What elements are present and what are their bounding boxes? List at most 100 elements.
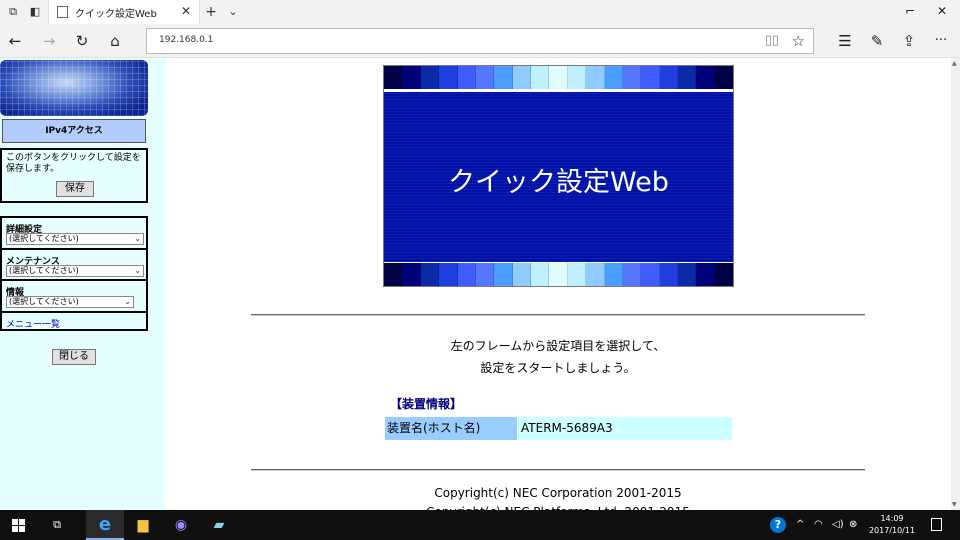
ipv4-access-button[interactable]: IPv4アクセス bbox=[2, 119, 146, 143]
app-globe-icon[interactable]: ◉ bbox=[162, 510, 200, 540]
reading-view-icon[interactable]: ▯▯ bbox=[765, 33, 779, 48]
banner-stripe-cell bbox=[475, 66, 495, 89]
scroll-up-icon[interactable]: ▲ bbox=[952, 60, 957, 67]
edge-browser-icon[interactable]: e bbox=[86, 510, 124, 540]
advanced-settings-select[interactable]: (選択してください) ⌄ bbox=[6, 233, 144, 245]
file-explorer-icon[interactable]: ▆ bbox=[124, 510, 162, 540]
banner-stripe-cell bbox=[567, 66, 587, 89]
close-window-icon[interactable]: ✕ bbox=[937, 4, 947, 18]
browser-titlebar: ⧉ ◧ クイック設定Web ✕ + ⌄ ⌐ ✕ bbox=[0, 0, 960, 24]
menu-panel: 詳細設定 (選択してください) ⌄ メンテナンス (選択してください) ⌄ 情報… bbox=[0, 216, 148, 331]
address-bar[interactable]: 192.168.0.1 ▯▯ ☆ bbox=[146, 28, 814, 54]
back-icon[interactable]: ← bbox=[6, 32, 24, 50]
new-tab-icon[interactable]: + bbox=[204, 5, 218, 19]
tab-preview-icon[interactable]: ◧ bbox=[28, 5, 42, 19]
banner-stripe-cell bbox=[659, 66, 678, 89]
banner-stripe-cell bbox=[641, 66, 660, 89]
tab-title: クイック設定Web bbox=[75, 9, 157, 20]
banner-stripe-cell bbox=[604, 66, 623, 89]
refresh-icon[interactable]: ↻ bbox=[73, 32, 91, 50]
info-value: (選択してください) bbox=[9, 297, 79, 306]
banner-stripe-cell bbox=[531, 263, 550, 286]
help-icon[interactable]: ? bbox=[770, 517, 786, 533]
browser-tab[interactable]: クイック設定Web ✕ bbox=[48, 0, 200, 24]
vertical-scrollbar[interactable]: ▲ ▼ bbox=[951, 58, 960, 510]
main-frame: クイック設定Web 左のフレームから設定項目を選択して、 設定をスタートしましょ… bbox=[165, 58, 951, 510]
device-info-heading: 【装置情報】 bbox=[390, 397, 463, 411]
maintenance-value: (選択してください) bbox=[9, 266, 79, 275]
banner-stripe-cell bbox=[586, 263, 605, 286]
tab-set-aside-icon[interactable]: ⧉ bbox=[6, 5, 20, 19]
chevron-down-icon: ⌄ bbox=[124, 297, 131, 306]
banner-stripe-cell bbox=[420, 66, 440, 89]
close-button[interactable]: 閉じる bbox=[52, 349, 96, 365]
host-name-value: ATERM-5689A3 bbox=[518, 417, 732, 440]
start-button[interactable] bbox=[0, 510, 38, 540]
banner-stripe-cell bbox=[567, 263, 587, 286]
status-x-icon[interactable]: ⊗ bbox=[849, 510, 857, 540]
banner-stripe-cell bbox=[457, 263, 476, 286]
banner-stripe-cell bbox=[420, 263, 440, 286]
favorite-star-icon[interactable]: ☆ bbox=[792, 32, 805, 50]
info-select[interactable]: (選択してください) ⌄ bbox=[6, 296, 134, 308]
forward-icon[interactable]: → bbox=[40, 32, 58, 50]
banner-stripe-cell bbox=[494, 66, 513, 89]
globe-banner-image bbox=[0, 60, 148, 116]
menu-section-advanced: 詳細設定 (選択してください) ⌄ bbox=[2, 218, 146, 250]
network-icon[interactable]: ◠ bbox=[814, 510, 823, 540]
banner-stripe-cell bbox=[678, 66, 697, 89]
save-panel: このボタンをクリックして設定を保存します。 保存 bbox=[0, 148, 148, 203]
chevron-down-icon: ⌄ bbox=[134, 266, 141, 275]
left-menu-frame: IPv4アクセス このボタンをクリックして設定を保存します。 保存 詳細設定 (… bbox=[0, 58, 165, 510]
banner-stripe-cell bbox=[384, 66, 403, 89]
maintenance-select[interactable]: (選択してください) ⌄ bbox=[6, 265, 144, 277]
system-clock[interactable]: 14:09 2017/10/11 bbox=[862, 513, 922, 537]
banner-title: クイック設定Web bbox=[448, 167, 669, 198]
banner-stripe-cell bbox=[696, 66, 715, 89]
tab-list-chevron-icon[interactable]: ⌄ bbox=[226, 5, 240, 19]
banner-stripe-cell bbox=[549, 66, 568, 89]
share-icon[interactable]: ⇪ bbox=[900, 32, 918, 50]
pen-icon[interactable]: ✎ bbox=[868, 32, 886, 50]
clock-time: 14:09 bbox=[880, 514, 904, 523]
more-icon[interactable]: ··· bbox=[932, 32, 950, 50]
app-notepad-icon[interactable]: ▰ bbox=[200, 510, 238, 540]
volume-icon[interactable]: ◁) bbox=[832, 510, 844, 540]
restore-window-icon[interactable]: ⌐ bbox=[905, 4, 915, 18]
banner-top-stripe bbox=[384, 66, 734, 89]
favorites-hub-icon[interactable]: ☰ bbox=[836, 32, 854, 50]
browser-navbar: ← → ↻ ⌂ 192.168.0.1 ▯▯ ☆ ☰ ✎ ⇪ ··· bbox=[0, 24, 960, 58]
banner-stripe-cell bbox=[494, 263, 513, 286]
tab-close-icon[interactable]: ✕ bbox=[181, 4, 191, 18]
banner-stripe-cell bbox=[696, 263, 715, 286]
page-favicon-icon bbox=[57, 6, 68, 18]
banner-stripe-cell bbox=[586, 66, 605, 89]
banner-stripe-cell bbox=[475, 263, 495, 286]
banner-stripe-cell bbox=[384, 263, 403, 286]
host-name-row: 装置名(ホスト名) ATERM-5689A3 bbox=[385, 417, 732, 440]
banner-stripe-cell bbox=[439, 66, 458, 89]
windows-taskbar: ⧉ e ▆ ◉ ▰ ? ^ ◠ ◁) ⊗ 14:09 2017/10/11 bbox=[0, 510, 960, 540]
address-text[interactable]: 192.168.0.1 bbox=[159, 35, 213, 45]
banner-stripe-cell bbox=[714, 263, 734, 286]
intro-line-1: 左のフレームから設定項目を選択して、 bbox=[450, 339, 666, 353]
task-view-icon[interactable]: ⧉ bbox=[38, 510, 76, 540]
banner-stripe-cell bbox=[641, 263, 660, 286]
show-hidden-icons-chevron-icon[interactable]: ^ bbox=[796, 510, 804, 540]
banner-stripe-cell bbox=[678, 263, 697, 286]
banner-stripe-cell bbox=[457, 66, 476, 89]
home-icon[interactable]: ⌂ bbox=[106, 32, 124, 50]
menu-list-link[interactable]: メニュー一覧 bbox=[6, 317, 60, 330]
menu-section-maintenance: メンテナンス (選択してください) ⌄ bbox=[2, 250, 146, 281]
page-content: IPv4アクセス このボタンをクリックして設定を保存します。 保存 詳細設定 (… bbox=[0, 58, 960, 510]
save-description: このボタンをクリックして設定を保存します。 bbox=[6, 153, 141, 174]
scroll-down-icon[interactable]: ▼ bbox=[952, 501, 957, 508]
action-center-icon[interactable] bbox=[931, 518, 942, 531]
banner-stripe-cell bbox=[439, 263, 458, 286]
banner-stripe-cell bbox=[531, 66, 550, 89]
banner-stripe-cell bbox=[402, 66, 421, 89]
save-button[interactable]: 保存 bbox=[56, 181, 94, 197]
menu-section-info: 情報 (選択してください) ⌄ bbox=[2, 281, 146, 313]
banner-stripe-cell bbox=[659, 263, 678, 286]
banner-body: クイック設定Web bbox=[384, 92, 733, 262]
